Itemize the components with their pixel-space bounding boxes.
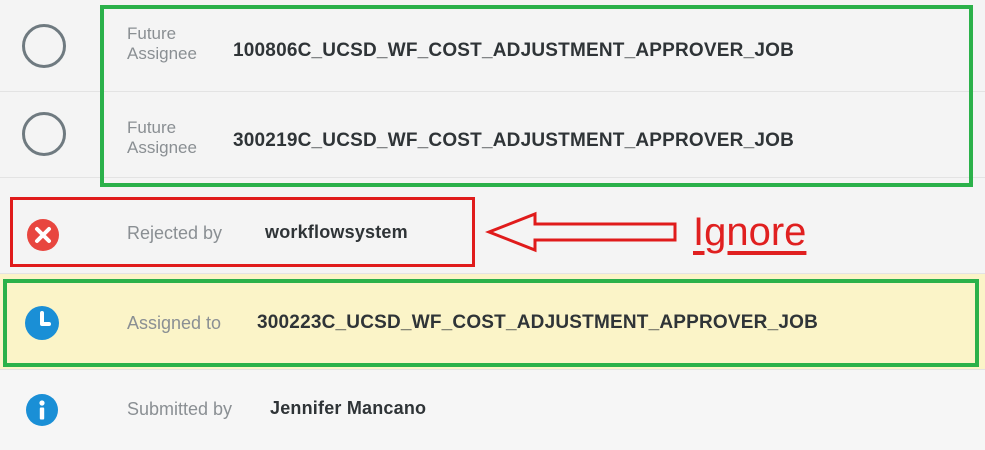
approval-row-assigned[interactable]: Assigned to 300223C_UCSD_WF_COST_ADJUSTM… [0, 274, 985, 370]
info-icon [26, 394, 58, 426]
row-label: Future Assignee [127, 24, 222, 64]
submitted-by-name: Jennifer Mancano [270, 398, 427, 418]
submitted-prefix: Submitted by [127, 399, 233, 419]
assigned-to-name: 300223C_UCSD_WF_COST_ADJUSTMENT_APPROVER… [257, 312, 819, 333]
rejected-by-name: workflowsystem [265, 222, 408, 242]
assignee-name: 300219C_UCSD_WF_COST_ADJUSTMENT_APPROVER… [233, 130, 795, 151]
empty-circle-icon [22, 24, 66, 68]
left-arrow-icon [485, 211, 677, 253]
approval-row-submitted[interactable]: Submitted by Jennifer Mancano [0, 370, 985, 450]
ignore-annotation-label: Ignore [693, 210, 807, 254]
label-line-2: Assignee [127, 138, 197, 157]
approval-row-future-assignee-2[interactable]: Future Assignee 300219C_UCSD_WF_COST_ADJ… [0, 92, 985, 178]
empty-circle-icon [22, 112, 66, 156]
rejected-prefix: Rejected by [127, 223, 223, 243]
assignee-name: 100806C_UCSD_WF_COST_ADJUSTMENT_APPROVER… [233, 40, 795, 61]
approval-row-future-assignee-1[interactable]: Future Assignee 100806C_UCSD_WF_COST_ADJ… [0, 0, 985, 92]
clock-icon [25, 306, 59, 340]
row-label: Future Assignee [127, 118, 222, 158]
label-line-1: Future [127, 24, 177, 43]
label-line-1: Future [127, 118, 177, 137]
label-line-2: Assignee [127, 44, 197, 63]
assigned-prefix: Assigned to [127, 313, 222, 333]
rejected-x-icon [27, 219, 59, 251]
